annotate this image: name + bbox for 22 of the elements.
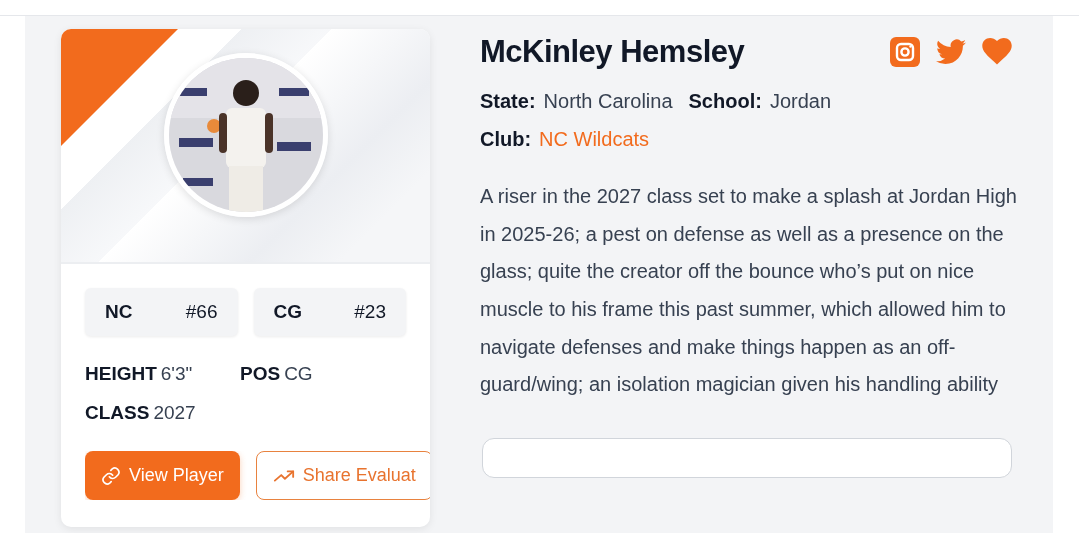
ranking-badge: NC #66 [85, 288, 238, 336]
field-label: School: [688, 89, 762, 115]
twitter-icon[interactable] [936, 38, 966, 65]
description: A riser in the 2027 class set to make a splash at Jordan High in 2025-26; a pest on defense as well as a presence on the glass; quite the creator off the bounce who’s put on nice muscle to his frame this past summer, which allowed him to navigate defenses and make things happen as an off-guard/wing; an isolation magician given his handling ability [480, 184, 1018, 398]
attribute-label: POS [240, 362, 281, 386]
attribute-value: 2027 [153, 400, 196, 425]
attribute-value: 6'3" [160, 362, 193, 386]
club-link[interactable]: NC Wildcats [539, 124, 650, 155]
field-value: Jordan [769, 89, 832, 115]
attribute-label: CLASS [85, 400, 150, 425]
share-button[interactable]: Share Evaluat [255, 451, 430, 500]
heart-icon[interactable] [982, 38, 1012, 66]
link-icon [101, 465, 121, 486]
attribute-value: CG [284, 362, 313, 386]
field-label: State: [480, 89, 536, 115]
player-name: McKinley Hemsley [480, 33, 745, 71]
view-player-button[interactable]: View Player [85, 451, 240, 500]
instagram-icon[interactable] [890, 36, 920, 67]
field-value: North Carolina [543, 89, 673, 115]
attribute-label: HEIGHT [85, 362, 157, 386]
field-label: Club: [480, 127, 532, 153]
ranking-badge: CG #23 [253, 288, 406, 336]
